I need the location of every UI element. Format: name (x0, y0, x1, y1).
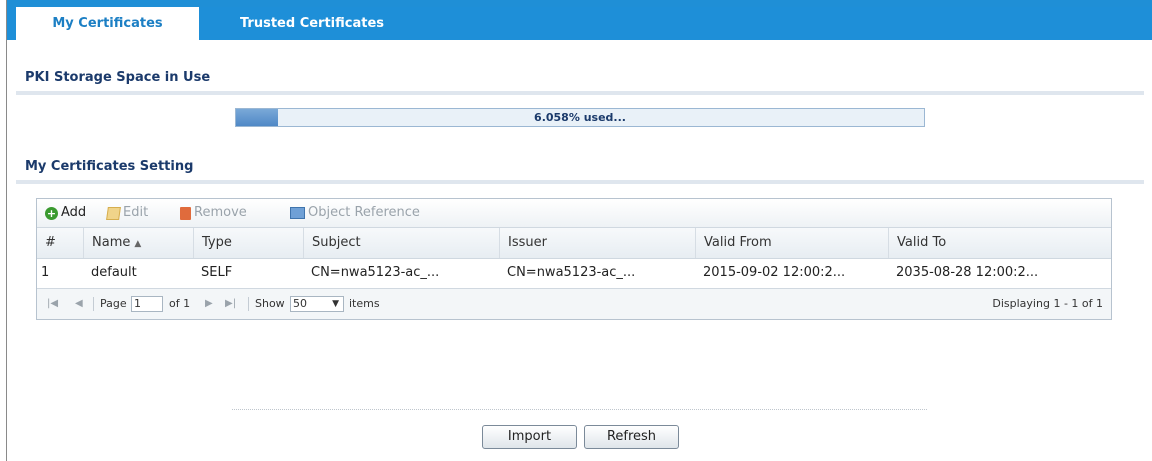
show-label: Show (255, 297, 285, 310)
settings-section-rule (16, 180, 1144, 184)
next-page-icon[interactable]: ▶ (205, 289, 213, 319)
footer-divider (232, 409, 927, 411)
first-page-icon[interactable]: |◀ (47, 289, 58, 319)
tab-trusted-certificates[interactable]: Trusted Certificates (212, 7, 412, 40)
column-header-type[interactable]: Type (193, 228, 303, 258)
display-count-text: Displaying 1 - 1 of 1 (992, 297, 1103, 310)
last-page-icon[interactable]: ▶| (225, 289, 236, 319)
column-header-issuer[interactable]: Issuer (499, 228, 695, 258)
tab-my-certificates[interactable]: My Certificates (16, 7, 199, 40)
chevron-down-icon: ▼ (332, 299, 339, 309)
previous-page-icon[interactable]: ◀ (75, 289, 83, 319)
cell-issuer: CN=nwa5123-ac_... (507, 265, 636, 280)
certificates-grid: + Add Edit Remove Object Reference # Nam… (36, 198, 1112, 320)
cell-valid-to: 2035-08-28 12:00:2... (896, 265, 1039, 280)
storage-section-rule (16, 91, 1144, 95)
table-row[interactable]: 1 default SELF CN=nwa5123-ac_... CN=nwa5… (37, 259, 1087, 286)
object-reference-label: Object Reference (308, 205, 420, 220)
page-size-value: 50 (293, 297, 307, 310)
storage-progress-label: 6.058% used... (534, 111, 626, 124)
sort-ascending-icon: ▲ (134, 239, 142, 249)
cell-type: SELF (201, 265, 233, 280)
remove-label: Remove (194, 205, 247, 220)
import-button[interactable]: Import (482, 425, 577, 449)
cell-index: 1 (41, 265, 50, 280)
column-header-name[interactable]: Name ▲ (83, 228, 193, 258)
cell-name: default (91, 265, 137, 280)
grid-toolbar: + Add Edit Remove Object Reference (37, 199, 1111, 228)
storage-section-title: PKI Storage Space in Use (25, 70, 211, 85)
add-button[interactable]: + Add (45, 199, 86, 227)
storage-progress-bar: 6.058% used... (235, 108, 925, 127)
column-header-valid-to[interactable]: Valid To (888, 228, 1111, 258)
top-accent-bar (0, 0, 1152, 7)
column-header-subject[interactable]: Subject (303, 228, 499, 258)
cell-subject: CN=nwa5123-ac_... (311, 265, 440, 280)
remove-button[interactable]: Remove (180, 199, 247, 227)
pager-separator (93, 297, 94, 311)
edit-label: Edit (123, 205, 149, 220)
frame-left-border (0, 0, 7, 461)
items-label: items (349, 297, 380, 310)
page-size-select[interactable]: 50 ▼ (290, 296, 344, 312)
trash-icon (180, 206, 191, 220)
column-header-name-label: Name (92, 235, 131, 250)
pagination-bar: |◀ ◀ Page 1 of 1 ▶ ▶| Show 50 ▼ items Di… (37, 288, 1111, 319)
tab-bar: My Certificates Trusted Certificates (7, 7, 1152, 40)
column-header-valid-from[interactable]: Valid From (695, 228, 888, 258)
page-label: Page (100, 297, 127, 310)
add-icon: + (45, 206, 58, 220)
object-reference-icon (290, 207, 305, 219)
pager-separator (248, 297, 249, 311)
add-label: Add (61, 205, 87, 220)
settings-section-title: My Certificates Setting (25, 159, 194, 174)
edit-button[interactable]: Edit (106, 199, 149, 227)
page-number-input[interactable]: 1 (131, 296, 163, 312)
edit-icon (106, 206, 121, 220)
column-header-index[interactable]: # (37, 228, 83, 258)
table-header: # Name ▲ Type Subject Issuer Valid From V… (37, 228, 1111, 259)
page-count-label: of 1 (169, 297, 191, 310)
object-reference-button[interactable]: Object Reference (290, 199, 420, 227)
cell-valid-from: 2015-09-02 12:00:2... (703, 265, 846, 280)
refresh-button[interactable]: Refresh (584, 425, 679, 449)
